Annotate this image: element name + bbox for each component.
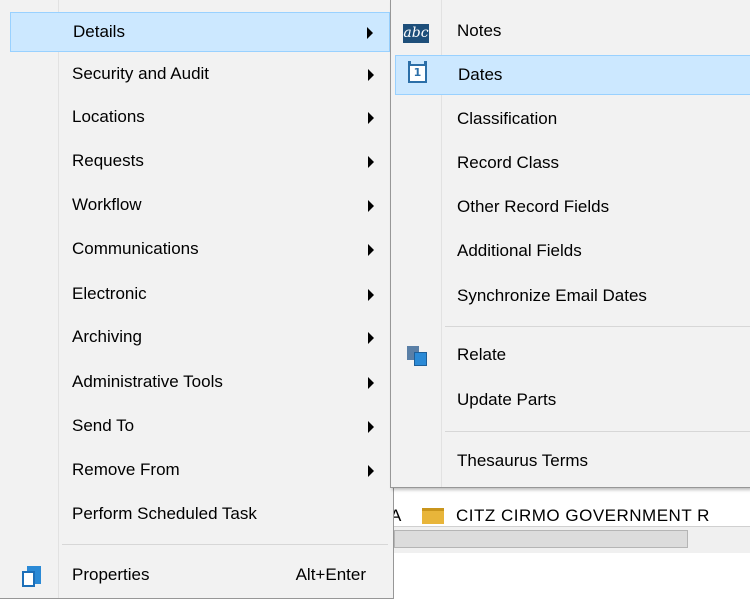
menu-item-security-and-audit[interactable]: Security and Audit [10,55,390,95]
menu-item-label: Archiving [72,327,142,346]
menu-item-label: Update Parts [457,390,557,409]
menu-separator [445,431,750,432]
menu-item-label: Additional Fields [457,241,582,260]
submenu-arrow-icon [367,27,373,39]
menu-item-locations[interactable]: Locations [10,98,390,138]
menu-item-label: Properties [72,565,150,584]
submenu-arrow-icon [368,421,374,433]
submenu-item-record-class[interactable]: Record Class [395,144,750,184]
menu-item-label: Security and Audit [72,64,210,83]
submenu-item-classification[interactable]: Classification [395,100,750,140]
submenu-item-additional-fields[interactable]: Additional Fields [395,232,750,272]
context-menu: Details Security and Audit Locations Req… [0,0,394,599]
menu-item-label: Electronic [72,284,147,303]
menu-item-perform-scheduled-task[interactable]: Perform Scheduled Task [10,495,390,535]
abc-notes-icon: abc [403,24,429,43]
menu-item-send-to[interactable]: Send To [10,407,390,447]
folder-icon [422,508,444,524]
submenu-arrow-icon [368,289,374,301]
scrollbar-thumb[interactable] [394,530,688,548]
menu-item-remove-from[interactable]: Remove From [10,451,390,491]
menu-item-label: Workflow [72,195,142,214]
menu-item-label: Details [73,22,125,41]
submenu-item-thesaurus-terms[interactable]: Thesaurus Terms [395,442,750,482]
calendar-icon: 1 [408,61,427,83]
details-submenu: abc Notes 1 Dates Classification Record … [390,0,750,488]
menu-item-label: Locations [72,107,145,126]
menu-item-workflow[interactable]: Workflow [10,186,390,226]
menu-item-administrative-tools[interactable]: Administrative Tools [10,363,390,403]
menu-separator [62,544,388,545]
submenu-item-synchronize-email-dates[interactable]: Synchronize Email Dates [395,277,750,317]
submenu-item-relate[interactable]: Relate [395,336,750,376]
submenu-item-dates[interactable]: 1 Dates [395,55,750,95]
menu-separator [445,326,750,327]
relate-icon [407,346,427,366]
menu-item-label: Synchronize Email Dates [457,286,647,305]
submenu-arrow-icon [368,377,374,389]
submenu-item-other-record-fields[interactable]: Other Record Fields [395,188,750,228]
background-list-row[interactable]: A CITZ CIRMO GOVERNMENT R [390,506,750,526]
submenu-arrow-icon [368,465,374,477]
submenu-arrow-icon [368,69,374,81]
submenu-arrow-icon [368,332,374,344]
menu-item-details[interactable]: Details [10,12,390,52]
menu-item-archiving[interactable]: Archiving [10,318,390,358]
menu-item-label: Remove From [72,460,180,479]
background-row-title: CITZ CIRMO GOVERNMENT R [456,506,710,525]
menu-item-label: Thesaurus Terms [457,451,589,470]
horizontal-scrollbar[interactable] [390,526,750,553]
menu-item-label: Send To [72,416,135,435]
menu-item-label: Communications [72,239,199,258]
menu-item-label: Administrative Tools [72,372,223,391]
submenu-item-update-parts[interactable]: Update Parts [395,381,750,421]
submenu-item-notes[interactable]: abc Notes [395,12,750,52]
menu-item-label: Notes [457,21,502,40]
submenu-arrow-icon [368,200,374,212]
menu-item-label: Classification [457,109,558,128]
menu-item-electronic[interactable]: Electronic [10,275,390,315]
menu-item-label: Relate [457,345,507,364]
menu-item-label: Other Record Fields [457,197,610,216]
menu-item-label: Record Class [457,153,560,172]
properties-icon [22,566,42,588]
menu-item-communications[interactable]: Communications [10,230,390,270]
submenu-arrow-icon [368,244,374,256]
menu-item-properties[interactable]: Properties Alt+Enter [10,556,390,596]
menu-item-label: Dates [458,65,503,84]
shortcut-text: Alt+Enter [295,565,366,584]
submenu-arrow-icon [368,112,374,124]
menu-item-label: Perform Scheduled Task [72,504,257,523]
menu-item-label: Requests [72,151,144,170]
submenu-arrow-icon [368,156,374,168]
menu-item-requests[interactable]: Requests [10,142,390,182]
